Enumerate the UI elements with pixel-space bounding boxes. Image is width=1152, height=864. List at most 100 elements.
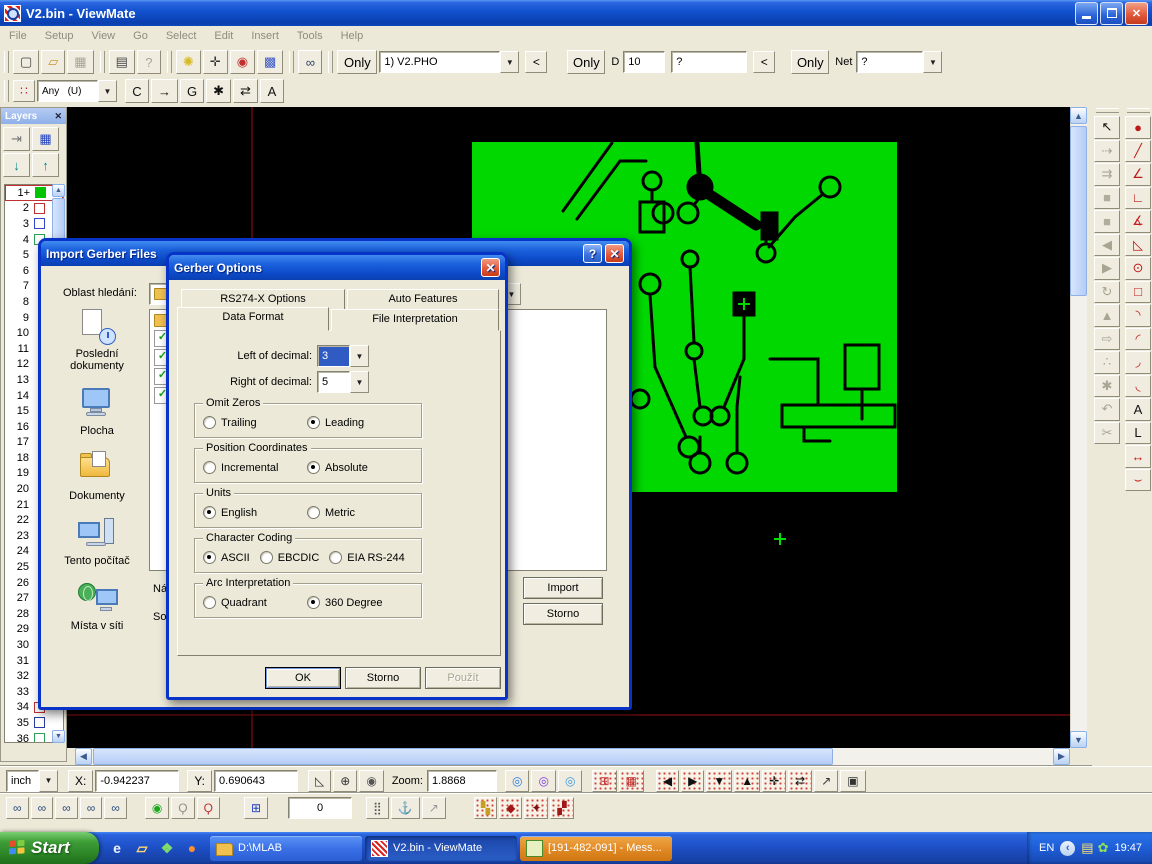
x-coordinate-field[interactable]: -0.942237 xyxy=(95,770,179,792)
radio-leading[interactable]: Leading xyxy=(307,416,364,429)
lamp-outline-icon[interactable]: Ϙ xyxy=(197,797,220,819)
scroll-up-icon[interactable]: ▲ xyxy=(52,184,65,197)
dcode-value-field[interactable]: 10 xyxy=(623,51,665,73)
fill-poly-icon[interactable]: ■ xyxy=(1094,210,1120,233)
origin-target-icon[interactable]: ⊕ xyxy=(333,770,357,792)
angle-measure-icon[interactable]: ◺ xyxy=(308,770,331,792)
only-dcode-button[interactable]: Only xyxy=(567,50,605,74)
toolbar-grip[interactable] xyxy=(289,51,294,73)
letter-c-tool-icon[interactable]: C xyxy=(125,79,149,103)
radio-english[interactable]: English xyxy=(203,506,307,519)
storno-button[interactable]: Storno xyxy=(345,667,421,689)
select-marker-icon[interactable]: ∷ xyxy=(13,80,35,102)
array-icon[interactable]: ∴ xyxy=(1094,351,1120,374)
dcode-filter-field[interactable]: ? xyxy=(671,51,747,73)
firefox-quicklaunch-icon[interactable]: ● xyxy=(182,838,202,858)
pan-up-icon[interactable]: ▲ xyxy=(734,770,760,792)
align-icon[interactable]: ▲ xyxy=(1094,304,1120,327)
radio-trailing[interactable]: Trailing xyxy=(203,416,307,429)
place-recent[interactable]: Poslední dokumenty xyxy=(49,309,145,372)
radio-ebcdic[interactable]: EBCDIC xyxy=(260,551,320,564)
radio-incremental[interactable]: Incremental xyxy=(203,461,307,474)
pattern-diamond-icon[interactable]: ◆ xyxy=(499,797,522,819)
lamp-off-icon[interactable]: Ϙ xyxy=(171,797,194,819)
taskbar-task[interactable]: D:\MLAB xyxy=(210,836,362,861)
film-colors-icon[interactable]: ▩ xyxy=(257,50,283,74)
layer-down-icon[interactable]: ↓ xyxy=(3,153,30,177)
close-button[interactable]: ✕ xyxy=(1125,2,1148,25)
settings-gear-icon[interactable]: ✱ xyxy=(1094,375,1120,398)
draw-circle-icon[interactable]: ⊙ xyxy=(1125,257,1151,280)
tray-collapse-icon[interactable]: ‹ xyxy=(1060,841,1075,856)
canvas-vscrollbar[interactable]: ▲ ▼ xyxy=(1070,107,1087,748)
grid-add-icon[interactable]: ✛ xyxy=(762,770,786,792)
letter-a-tool-icon[interactable]: A xyxy=(260,79,284,103)
grid-full-icon[interactable]: ▦ xyxy=(619,770,644,792)
grid-axes-icon[interactable]: ⊞ xyxy=(592,770,616,792)
place-computer[interactable]: Tento počítač xyxy=(49,516,145,567)
cut-net-icon[interactable]: ✂ xyxy=(1094,422,1120,445)
tab-data-format[interactable]: Data Format xyxy=(177,307,329,331)
canvas-hscrollbar[interactable]: ◀ ▶ xyxy=(75,748,1070,765)
pan-down-icon[interactable]: ▼ xyxy=(706,770,732,792)
anchor-icon[interactable]: ⚓ xyxy=(391,797,420,819)
zoom-value-field[interactable]: 1.8868 xyxy=(427,770,497,792)
copy-icon[interactable]: ⇉ xyxy=(1094,163,1120,186)
measure-icon[interactable]: ✛ xyxy=(203,50,228,74)
letter-g-tool-icon[interactable]: G xyxy=(180,79,204,103)
window-titlebar[interactable]: V2.bin - ViewMate ✕ xyxy=(0,0,1152,26)
fill-rect-icon[interactable]: ■ xyxy=(1094,187,1120,210)
radio-360-degree[interactable]: 360 Degree xyxy=(307,596,383,609)
ie-quicklaunch-icon[interactable]: e xyxy=(107,838,127,858)
taskbar-task[interactable]: [191-482-091] - Mess... xyxy=(520,836,672,861)
storno-button[interactable]: Storno xyxy=(523,603,603,625)
draw-arc-ccw-icon[interactable]: ◝ xyxy=(1125,304,1151,327)
view-glasses-5-icon[interactable]: ∞ xyxy=(104,797,127,819)
dot-grid-icon[interactable]: ⣿ xyxy=(366,797,389,819)
scroll-left-icon[interactable]: ◀ xyxy=(75,748,92,765)
traffic-light-icon[interactable]: ◉ xyxy=(145,797,169,819)
layers-panel-titlebar[interactable]: Layers ✕ xyxy=(1,108,66,124)
draw-label-icon[interactable]: L xyxy=(1125,422,1151,445)
pattern-dots-icon[interactable]: ▞ xyxy=(550,797,573,819)
left-of-decimal-combo[interactable]: 3 ▼ xyxy=(317,345,369,367)
taskbar-task[interactable]: V2.bin - ViewMate xyxy=(365,836,517,861)
radio-eia-rs-244[interactable]: EIA RS-244 xyxy=(329,551,404,564)
draw-text-icon[interactable]: A xyxy=(1125,398,1151,421)
menu-select[interactable]: Select xyxy=(157,27,206,45)
y-coordinate-field[interactable]: 0.690643 xyxy=(214,770,298,792)
menu-file[interactable]: File xyxy=(0,27,36,45)
new-file-icon[interactable]: ▢ xyxy=(13,50,39,74)
select-pointer-icon[interactable]: ↖ xyxy=(1094,116,1120,139)
hscroll-thumb[interactable] xyxy=(93,748,833,765)
language-indicator[interactable]: EN xyxy=(1039,842,1054,854)
import-button[interactable]: Import xyxy=(523,577,603,599)
scroll-up-icon[interactable]: ▲ xyxy=(1070,107,1087,124)
only-layer-button[interactable]: Only xyxy=(337,50,377,74)
tray-notes-icon[interactable]: ▤ xyxy=(1081,840,1093,856)
menu-setup[interactable]: Setup xyxy=(36,27,83,45)
pan-left-icon[interactable]: ◀ xyxy=(656,770,679,792)
place-network[interactable]: Místa v síti xyxy=(49,581,145,632)
dcode-view-icon[interactable]: ◉ xyxy=(230,50,255,74)
context-help-icon[interactable]: ? xyxy=(137,50,161,74)
move-icon[interactable]: ⇢ xyxy=(1094,140,1120,163)
draw-triangle-icon[interactable]: ◺ xyxy=(1125,234,1151,257)
menu-insert[interactable]: Insert xyxy=(242,27,288,45)
draw-trace-icon[interactable]: ╱ xyxy=(1125,140,1151,163)
undo-icon[interactable]: ↶ xyxy=(1094,398,1120,421)
counter-field[interactable]: 0 xyxy=(288,797,352,819)
swap-tool-icon[interactable]: ⇄ xyxy=(233,79,258,103)
chevron-down-icon[interactable]: ▼ xyxy=(98,80,117,102)
tab-file-interpretation[interactable]: File Interpretation xyxy=(331,309,499,331)
net-combo[interactable]: ? ▼ xyxy=(856,51,942,73)
scroll-down-icon[interactable]: ▼ xyxy=(52,730,65,743)
help-button[interactable]: ? xyxy=(583,244,602,263)
chevron-down-icon[interactable]: ▼ xyxy=(350,345,369,367)
open-file-icon[interactable]: ▱ xyxy=(41,50,65,74)
prev-net-button[interactable]: < xyxy=(753,51,775,73)
close-icon[interactable]: ✕ xyxy=(481,258,500,277)
apply-button[interactable]: Použít xyxy=(425,667,501,689)
rotate-icon[interactable]: ↻ xyxy=(1094,281,1120,304)
chevron-down-icon[interactable]: ▼ xyxy=(923,51,942,73)
